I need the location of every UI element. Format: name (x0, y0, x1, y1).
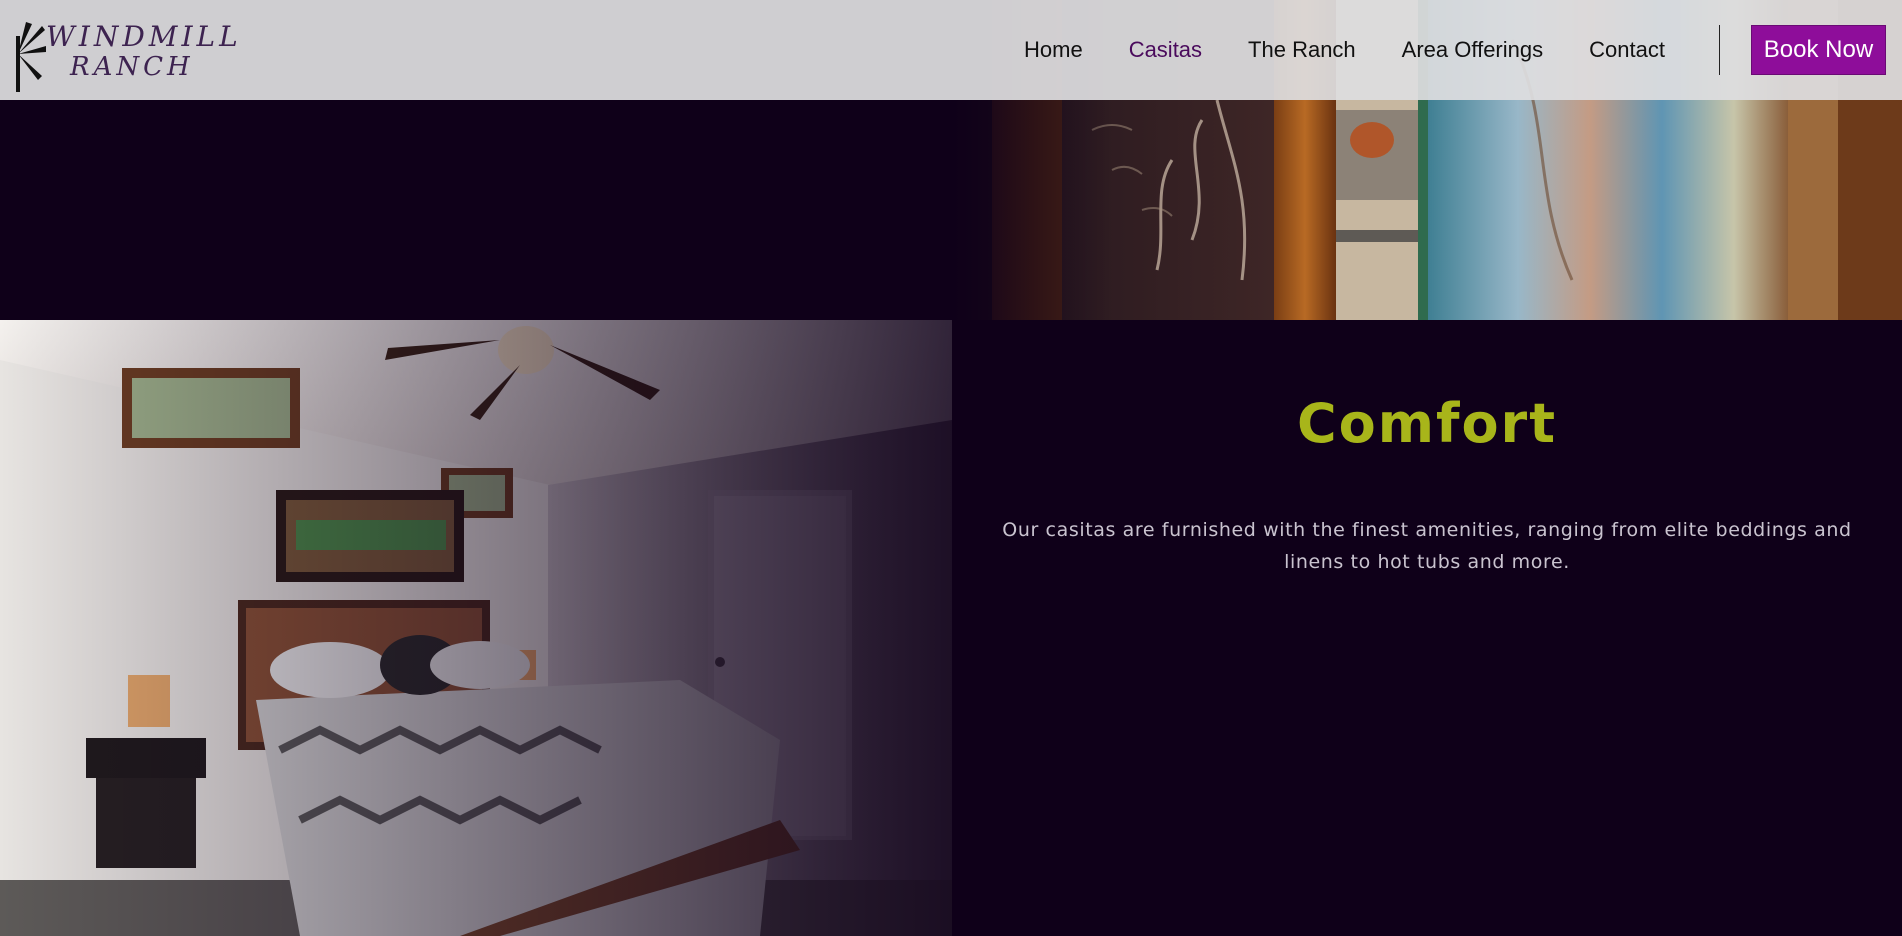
casita-bedroom-photo (0, 320, 952, 936)
section-body: Our casitas are furnished with the fines… (1002, 519, 1852, 573)
nav-divider (1719, 25, 1720, 75)
logo-text-windmill: WINDMILL (46, 20, 242, 53)
nav-item-home[interactable]: Home (1024, 37, 1083, 63)
nav-item-area-offerings[interactable]: Area Offerings (1402, 37, 1543, 63)
comfort-section: Comfort Our casitas are furnished with t… (952, 320, 1902, 936)
logo-text-ranch: RANCH (70, 52, 194, 82)
nav-item-the-ranch[interactable]: The Ranch (1248, 37, 1356, 63)
logo[interactable]: WINDMILL RANCH (12, 16, 238, 96)
nav-item-casitas[interactable]: Casitas (1129, 37, 1202, 63)
site-header: WINDMILL RANCH Home Casitas The Ranch Ar… (0, 0, 1902, 100)
nav-item-contact[interactable]: Contact (1589, 37, 1665, 63)
windmill-icon (16, 22, 46, 92)
main-nav: Home Casitas The Ranch Area Offerings Co… (1024, 0, 1711, 100)
book-now-button[interactable]: Book Now (1751, 25, 1886, 75)
section-title: Comfort (1296, 392, 1558, 455)
